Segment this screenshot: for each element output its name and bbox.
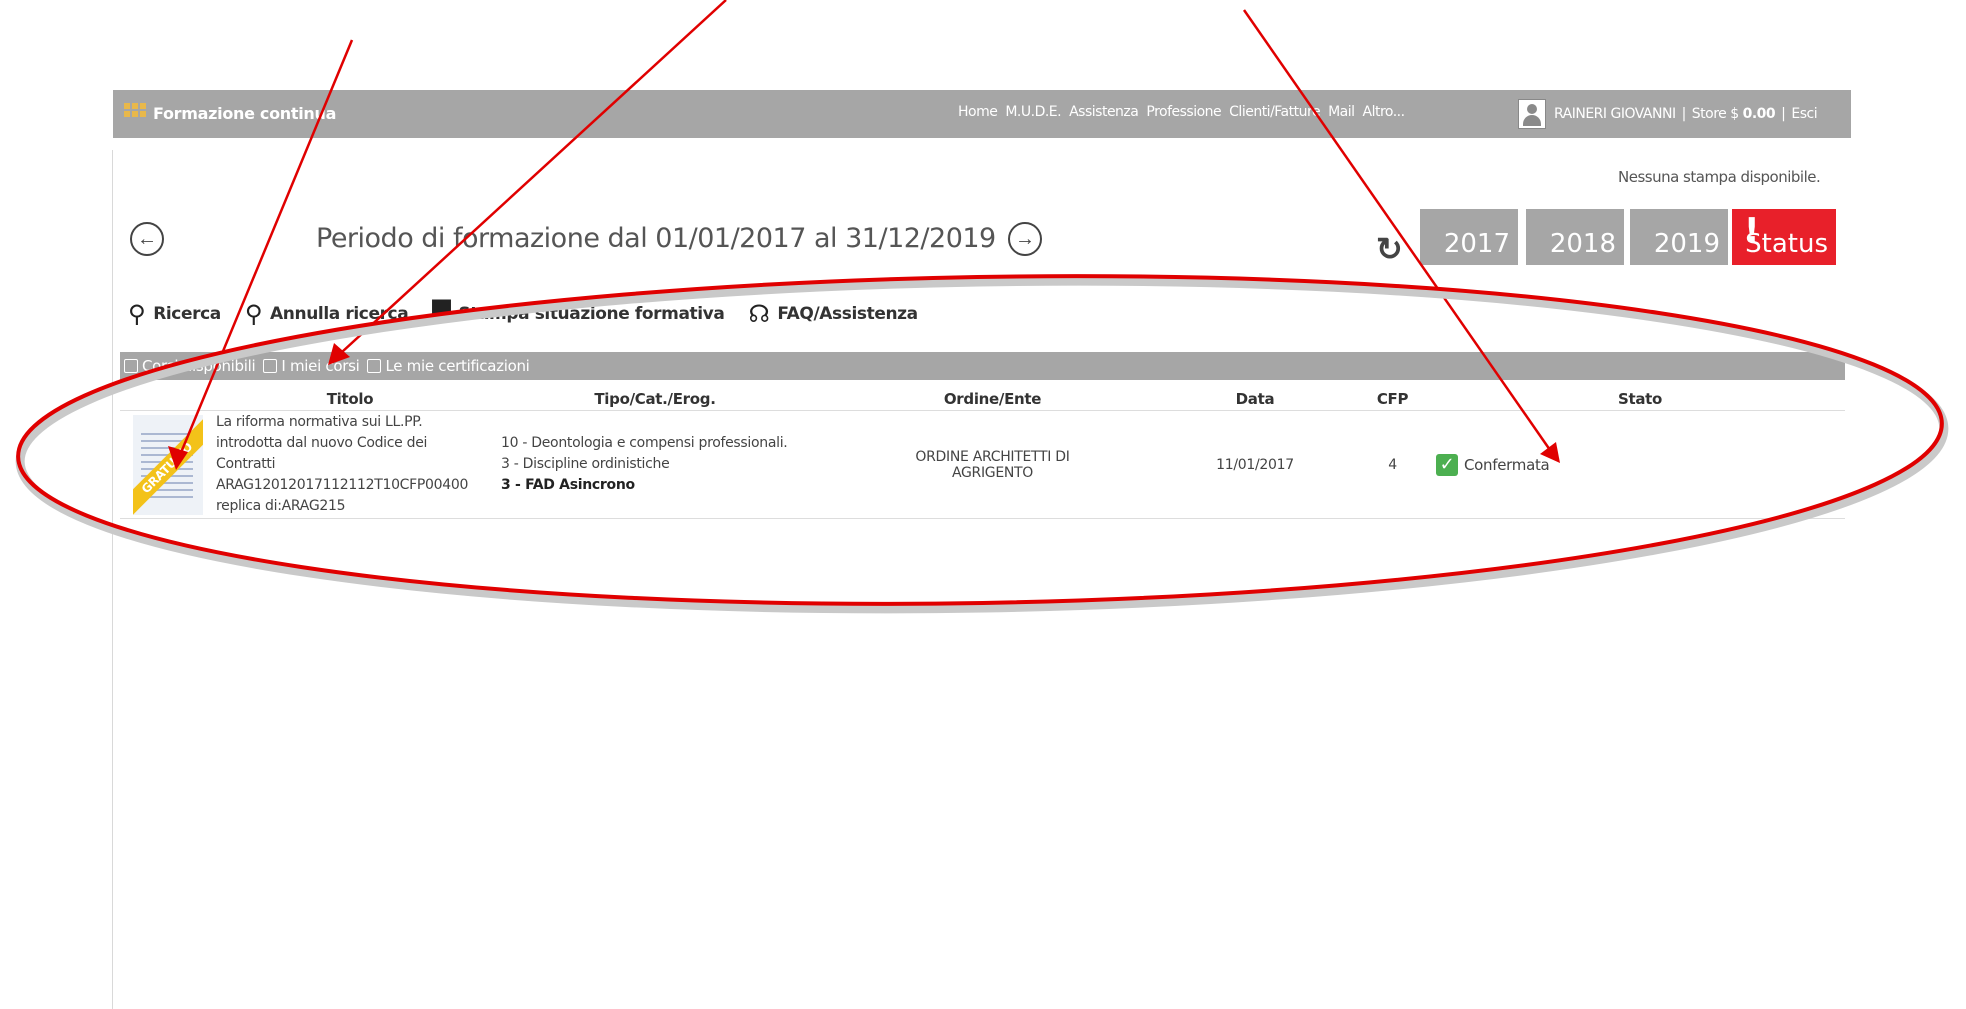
previous-period-button[interactable]: ← bbox=[130, 222, 164, 256]
refresh-icon[interactable]: ↻ bbox=[1376, 230, 1403, 268]
print-label: Stampa situazione formativa bbox=[458, 304, 725, 324]
store-amount: 0.00 bbox=[1742, 106, 1776, 122]
print-button[interactable]: ▀ Stampa situazione formativa bbox=[432, 300, 725, 328]
course-type: 10 - Deontologia e compensi professional… bbox=[485, 410, 825, 519]
menu-item-clienti-fatture[interactable]: Clienti/Fatture bbox=[1229, 104, 1320, 120]
cancel-search-label: Annulla ricerca bbox=[270, 304, 409, 324]
tab-icon bbox=[124, 359, 138, 373]
column-header-stato[interactable]: Stato bbox=[1435, 388, 1845, 411]
search-icon: ⚲ bbox=[244, 300, 263, 328]
course-thumbnail[interactable]: GRATUITO bbox=[133, 414, 203, 515]
faq-label: FAQ/Assistenza bbox=[777, 304, 918, 324]
column-header-data[interactable]: Data bbox=[1160, 388, 1350, 411]
year-button-2019[interactable]: 2019 bbox=[1630, 209, 1728, 265]
menu-item-mail[interactable]: Mail bbox=[1328, 104, 1355, 120]
arrow-left-icon: ← bbox=[137, 227, 157, 250]
column-header-tipo[interactable]: Tipo/Cat./Erog. bbox=[485, 388, 825, 411]
menu-item-mude[interactable]: M.U.D.E. bbox=[1005, 104, 1061, 120]
menu-item-professione[interactable]: Professione bbox=[1146, 104, 1221, 120]
logout-link[interactable]: Esci bbox=[1791, 106, 1817, 122]
user-name[interactable]: RAINERI GIOVANNI bbox=[1554, 106, 1676, 122]
course-tabs: Corsi disponibili I miei corsi Le mie ce… bbox=[120, 352, 1845, 380]
year-button-2017[interactable]: 2017 bbox=[1420, 209, 1518, 265]
tab-icon bbox=[263, 359, 278, 373]
course-date: 11/01/2017 bbox=[1160, 410, 1350, 519]
tab-i-miei-corsi[interactable]: I miei corsi bbox=[259, 357, 360, 375]
print-notice: Nessuna stampa disponibile. bbox=[1618, 168, 1821, 186]
main-menu: Home M.U.D.E. Assistenza Professione Cli… bbox=[958, 104, 1405, 120]
courses-table: Titolo Tipo/Cat./Erog. Ordine/Ente Data … bbox=[120, 388, 1845, 519]
top-navbar: Formazione continua Home M.U.D.E. Assist… bbox=[113, 90, 1851, 138]
faq-button[interactable]: ☊ FAQ/Assistenza bbox=[748, 300, 918, 328]
warning-icon: ! bbox=[1744, 211, 1760, 251]
column-header-cfp[interactable]: CFP bbox=[1350, 388, 1435, 411]
course-title[interactable]: La riforma normativa sui LL.PP. introdot… bbox=[215, 410, 485, 519]
app-title[interactable]: Formazione continua bbox=[153, 104, 336, 123]
search-icon: ⚲ bbox=[128, 300, 146, 328]
check-icon: ✓ bbox=[1436, 453, 1458, 476]
printer-icon: ▀ bbox=[432, 300, 451, 328]
table-header-row: Titolo Tipo/Cat./Erog. Ordine/Ente Data … bbox=[120, 388, 1845, 411]
column-header-titolo[interactable]: Titolo bbox=[215, 388, 485, 411]
menu-item-altro[interactable]: Altro... bbox=[1363, 104, 1406, 120]
app-logo-icon bbox=[123, 102, 149, 126]
column-header-ente[interactable]: Ordine/Ente bbox=[825, 388, 1160, 411]
course-ente: ORDINE ARCHITETTI DI AGRIGENTO bbox=[825, 410, 1160, 519]
cancel-search-button[interactable]: ⚲ Annulla ricerca bbox=[244, 300, 409, 328]
store-label[interactable]: Store $ bbox=[1692, 106, 1739, 122]
page-left-border bbox=[112, 150, 113, 1009]
next-period-button[interactable]: → bbox=[1008, 222, 1042, 256]
year-button-2018[interactable]: 2018 bbox=[1526, 209, 1624, 265]
user-avatar-icon[interactable] bbox=[1518, 99, 1546, 129]
table-row[interactable]: GRATUITO La riforma normativa sui LL.PP.… bbox=[120, 410, 1845, 519]
period-label: Periodo di formazione dal 01/01/2017 al … bbox=[316, 223, 996, 254]
course-status: ✓ Confermata bbox=[1435, 410, 1845, 519]
search-label: Ricerca bbox=[153, 304, 221, 324]
toolbar: ⚲ Ricerca ⚲ Annulla ricerca ▀ Stampa sit… bbox=[128, 300, 942, 328]
menu-item-assistenza[interactable]: Assistenza bbox=[1069, 104, 1139, 120]
search-button[interactable]: ⚲ Ricerca bbox=[128, 300, 221, 328]
user-area: RAINERI GIOVANNI | Store $ 0.00 | Esci bbox=[1518, 99, 1818, 129]
arrow-right-icon: → bbox=[1015, 227, 1035, 250]
headset-icon: ☊ bbox=[748, 300, 770, 328]
tab-corsi-disponibili[interactable]: Corsi disponibili bbox=[120, 357, 256, 375]
tab-le-mie-certificazioni[interactable]: Le mie certificazioni bbox=[363, 357, 530, 375]
status-button[interactable]: ! Status bbox=[1732, 209, 1836, 265]
course-cfp: 4 bbox=[1350, 410, 1435, 519]
tab-icon bbox=[367, 359, 382, 373]
menu-item-home[interactable]: Home bbox=[958, 104, 998, 120]
